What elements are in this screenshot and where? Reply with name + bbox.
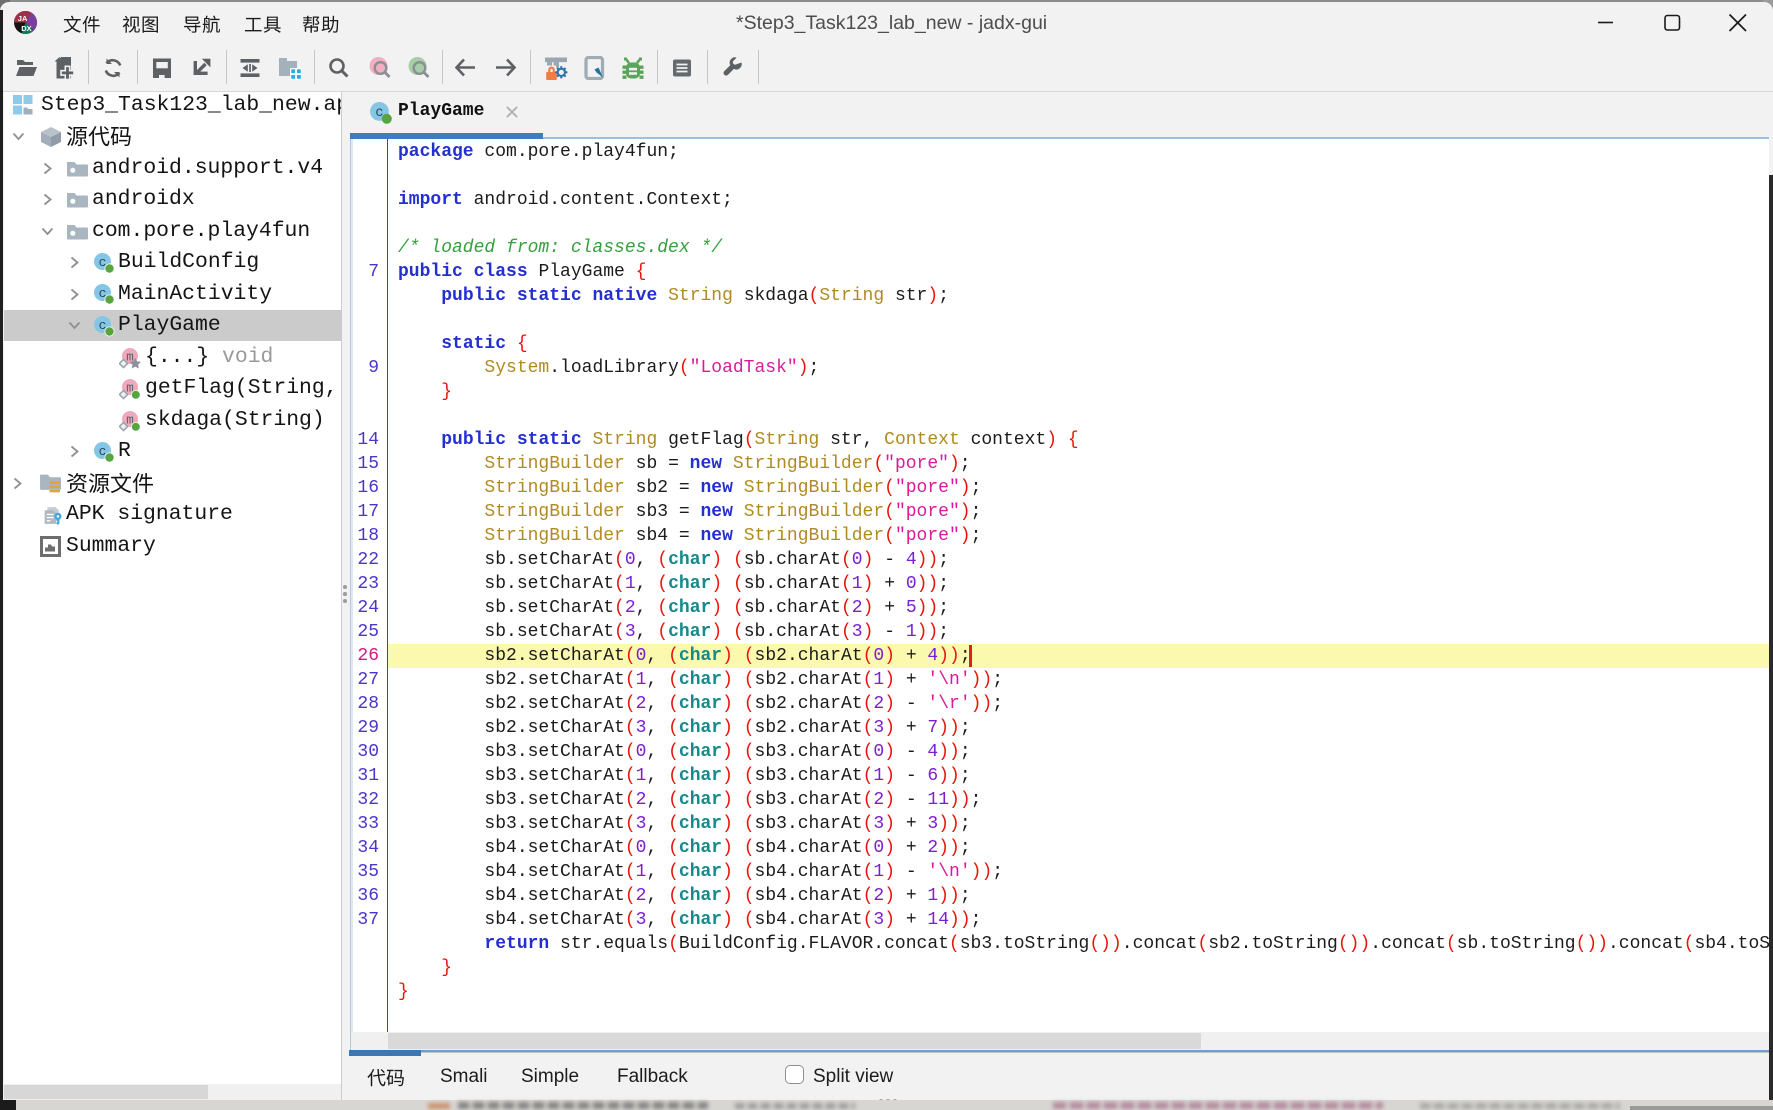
svg-text:JA: JA (18, 14, 28, 23)
svg-text:DX: DX (21, 24, 31, 33)
